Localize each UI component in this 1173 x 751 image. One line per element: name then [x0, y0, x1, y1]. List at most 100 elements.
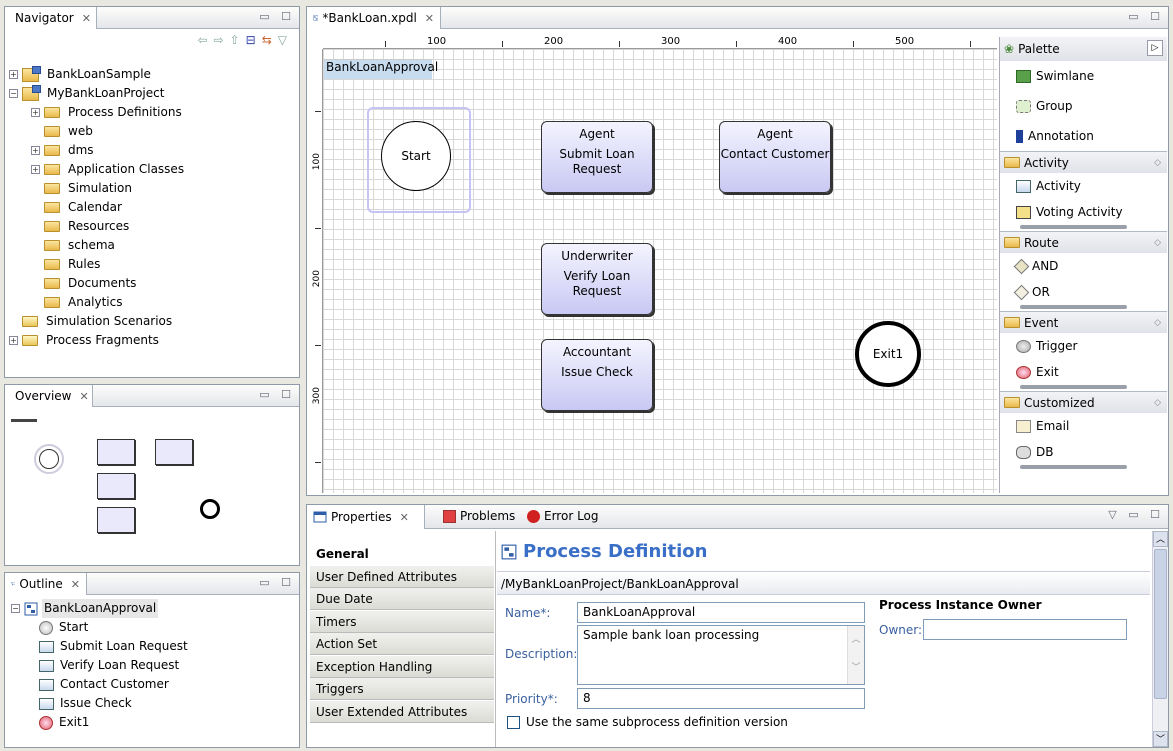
- minimize-maximize-icons[interactable]: ▭ ☐: [259, 388, 295, 401]
- minimize-maximize-icons[interactable]: ▭ ☐: [259, 576, 295, 589]
- diagram-editor[interactable]: 100 200 300 400 500 100 200 300 BankLoanApprov…: [311, 36, 997, 493]
- owner-field[interactable]: [923, 619, 1127, 640]
- navigator-item[interactable]: + Process Definitions: [9, 103, 295, 122]
- expand-icon[interactable]: +: [9, 70, 18, 79]
- palette-item[interactable]: AND: [1000, 253, 1167, 279]
- palette-item[interactable]: Voting Activity: [1000, 199, 1167, 225]
- drawer-scroll-handle[interactable]: [1020, 305, 1127, 309]
- palette-drawer-header[interactable]: Route ◇: [1000, 231, 1167, 253]
- priority-field[interactable]: 8: [577, 688, 865, 709]
- scroll-down-icon[interactable]: ﹀: [1153, 731, 1168, 747]
- outline-item[interactable]: Exit1: [11, 713, 295, 732]
- navigator-item[interactable]: Analytics: [9, 293, 295, 312]
- link-editor-icon[interactable]: ⇆: [262, 33, 278, 47]
- activity-issue-check[interactable]: Accountant Issue Check: [541, 339, 653, 411]
- drawer-toggle-icon[interactable]: ◇: [1154, 238, 1161, 248]
- close-icon[interactable]: ✕: [400, 511, 409, 524]
- description-field[interactable]: Sample bank loan processing ︿ ﹀: [577, 625, 865, 685]
- same-subprocess-checkbox-row[interactable]: Use the same subprocess definition versi…: [507, 715, 788, 729]
- overview-thumbnail[interactable]: [7, 411, 275, 563]
- property-section-tab[interactable]: Action Set: [310, 633, 494, 655]
- collapse-icon[interactable]: −: [9, 89, 18, 98]
- exit-event[interactable]: Exit1: [855, 321, 921, 387]
- navigator-item[interactable]: + dms: [9, 141, 295, 160]
- scroll-up-icon[interactable]: ︿: [1153, 531, 1168, 547]
- property-section-tab[interactable]: Triggers: [310, 678, 494, 700]
- activity-verify-loan-request[interactable]: Underwriter Verify Loan Request: [541, 243, 653, 315]
- forward-icon[interactable]: ⇨: [214, 33, 230, 47]
- property-section-tab[interactable]: General: [310, 543, 494, 565]
- drawer-scroll-handle[interactable]: [1020, 385, 1127, 389]
- navigator-item[interactable]: Documents: [9, 274, 295, 293]
- scroll-thumb[interactable]: [1154, 549, 1167, 699]
- name-field[interactable]: BankLoanApproval: [577, 602, 865, 623]
- outline-item[interactable]: Contact Customer: [11, 675, 295, 694]
- navigator-item[interactable]: − MyBankLoanProject: [9, 84, 295, 103]
- back-icon[interactable]: ⇦: [197, 33, 213, 47]
- close-icon[interactable]: ✕: [82, 12, 91, 25]
- palette-item[interactable]: DB: [1000, 439, 1167, 465]
- close-icon[interactable]: ✕: [71, 578, 80, 591]
- navigator-item[interactable]: Rules: [9, 255, 295, 274]
- activity-submit-loan-request[interactable]: Agent Submit Loan Request: [541, 121, 653, 193]
- palette-item[interactable]: Exit: [1000, 359, 1167, 385]
- tab-properties[interactable]: Properties ✕: [307, 505, 425, 529]
- diagram-canvas[interactable]: BankLoanApproval Start Agent Submit Loan…: [323, 49, 997, 493]
- tab-outline[interactable]: Outline ✕: [5, 573, 87, 595]
- palette-item[interactable]: Email: [1000, 413, 1167, 439]
- same-subprocess-checkbox[interactable]: [507, 715, 520, 729]
- property-section-tab[interactable]: Exception Handling: [310, 655, 494, 678]
- outline-item[interactable]: Start: [11, 618, 295, 637]
- view-menu-icon[interactable]: ▽: [278, 33, 293, 47]
- outline-item[interactable]: Issue Check: [11, 694, 295, 713]
- up-icon[interactable]: ⇧: [230, 33, 246, 47]
- palette-item[interactable]: Swimlane: [1000, 61, 1167, 91]
- property-section-tab[interactable]: Due Date: [310, 588, 494, 610]
- properties-scrollbar[interactable]: ︿ ﹀: [1152, 531, 1168, 747]
- tab-overview[interactable]: Overview ✕: [5, 385, 93, 407]
- navigator-item[interactable]: Simulation: [9, 179, 295, 198]
- navigator-item[interactable]: Calendar: [9, 198, 295, 217]
- property-section-tab[interactable]: User Defined Attributes: [310, 565, 494, 588]
- close-icon[interactable]: ✕: [80, 390, 89, 403]
- expand-icon[interactable]: +: [31, 146, 40, 155]
- outline-item[interactable]: Submit Loan Request: [11, 637, 295, 656]
- palette-item[interactable]: Trigger: [1000, 333, 1167, 359]
- expand-icon[interactable]: +: [31, 108, 40, 117]
- tab-problems[interactable]: Problems: [443, 509, 515, 523]
- tab-navigator[interactable]: Navigator ✕: [5, 7, 97, 29]
- expand-icon[interactable]: +: [31, 165, 40, 174]
- palette-collapse-icon[interactable]: ▷: [1147, 40, 1163, 56]
- navigator-item[interactable]: web: [9, 122, 295, 141]
- collapse-icon[interactable]: −: [11, 604, 20, 613]
- navigator-item[interactable]: Resources: [9, 217, 295, 236]
- outline-item[interactable]: Verify Loan Request: [11, 656, 295, 675]
- drawer-scroll-handle[interactable]: [1020, 465, 1127, 469]
- drawer-scroll-handle[interactable]: [1020, 225, 1127, 229]
- start-event[interactable]: Start: [381, 121, 451, 191]
- palette-drawer-header[interactable]: Customized ◇: [1000, 391, 1167, 413]
- view-menu-minimize-maximize-icons[interactable]: ▽ ▭ ☐: [1108, 508, 1164, 521]
- navigator-item[interactable]: Simulation Scenarios: [9, 312, 295, 331]
- outline-root[interactable]: − BankLoanApproval: [11, 599, 295, 618]
- property-section-tab[interactable]: Timers: [310, 610, 494, 633]
- palette-item[interactable]: Activity: [1000, 173, 1167, 199]
- expand-icon[interactable]: +: [9, 336, 18, 345]
- navigator-item[interactable]: + Process Fragments: [9, 331, 295, 350]
- close-icon[interactable]: ✕: [425, 12, 434, 25]
- palette-drawer-header[interactable]: Activity ◇: [1000, 151, 1167, 173]
- drawer-toggle-icon[interactable]: ◇: [1154, 398, 1161, 408]
- activity-contact-customer[interactable]: Agent Contact Customer: [719, 121, 831, 193]
- description-scrollbar[interactable]: ︿ ﹀: [847, 626, 864, 684]
- drawer-toggle-icon[interactable]: ◇: [1154, 318, 1161, 328]
- palette-item[interactable]: Group: [1000, 91, 1167, 121]
- navigator-item[interactable]: + Application Classes: [9, 160, 295, 179]
- tab-bankloan-xpdl[interactable]: *BankLoan.xpdl ✕: [307, 7, 441, 29]
- collapse-all-icon[interactable]: ⊟: [246, 33, 262, 47]
- property-section-tab[interactable]: User Extended Attributes: [310, 700, 494, 723]
- palette-drawer-header[interactable]: Event ◇: [1000, 311, 1167, 333]
- navigator-item[interactable]: + BankLoanSample: [9, 65, 295, 84]
- drawer-toggle-icon[interactable]: ◇: [1154, 158, 1161, 168]
- tab-error-log[interactable]: Error Log: [527, 509, 599, 523]
- palette-item[interactable]: OR: [1000, 279, 1167, 305]
